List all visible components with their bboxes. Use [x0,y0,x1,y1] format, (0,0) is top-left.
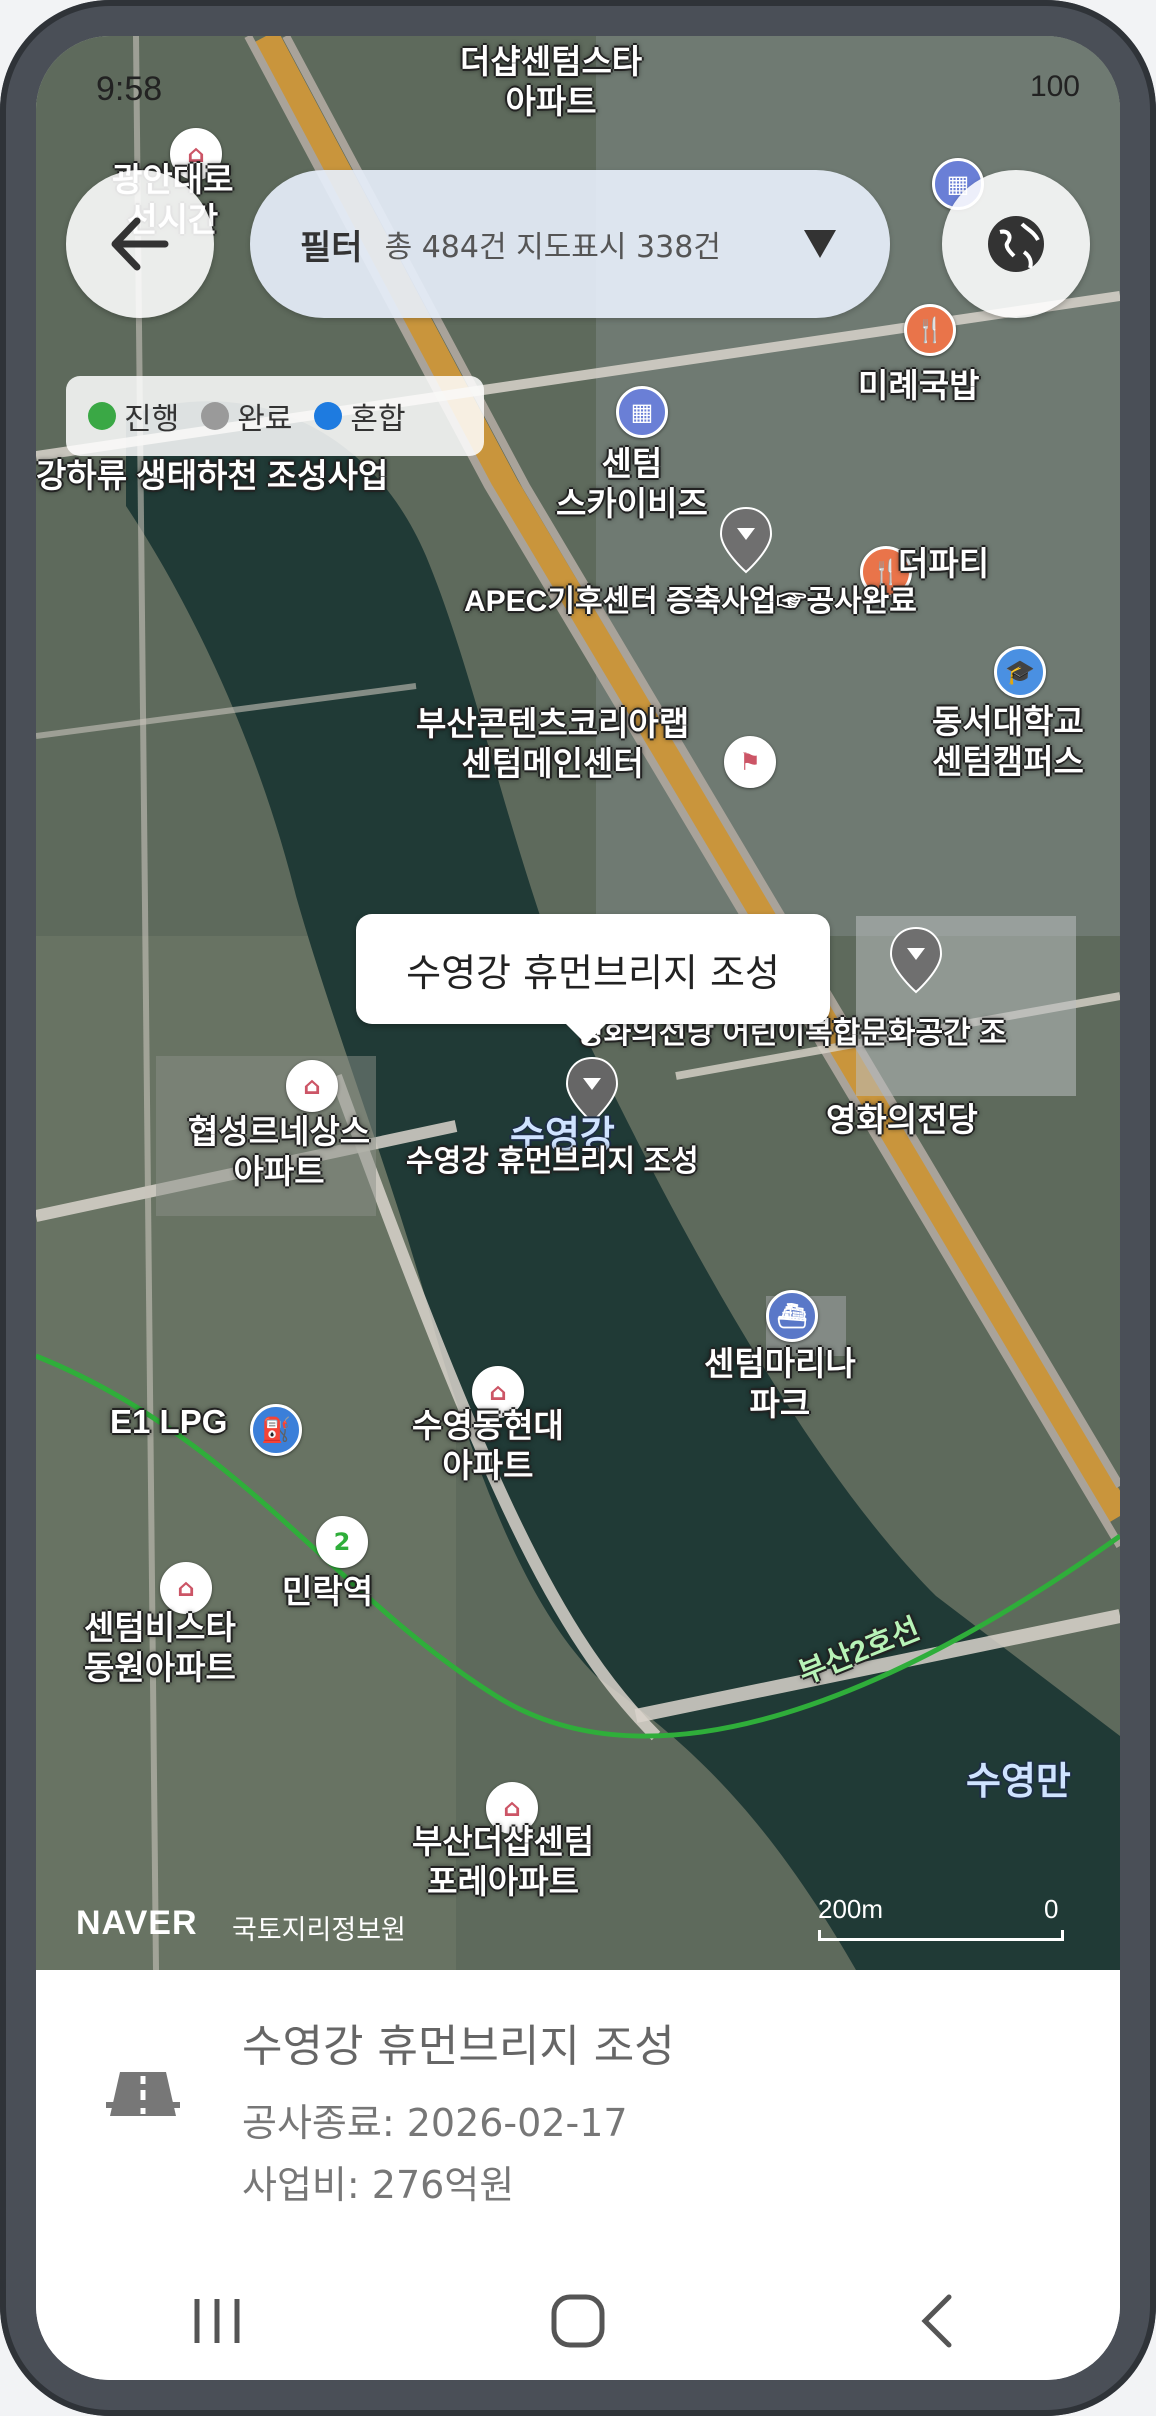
scale-left: 200m [818,1894,884,1924]
road-icon [106,2072,180,2116]
map-label: 영화의전당 [826,1101,978,1138]
scale-bar: 200m 0 [778,1894,1078,1944]
filter-stats: 총 484건 지도표시 338건 [384,230,721,265]
project-callout[interactable]: 수영강 휴먼브리지 조성 [356,914,830,1044]
blue-dot-icon [314,402,343,430]
map-label: 센텀비스타 동원아파트 [84,1609,236,1686]
map-label: 부산더샵센텀 포레아파트 [412,1823,595,1900]
arrow-left-icon [111,217,169,271]
green-dot-icon [88,402,116,430]
map-label: 강하류 생태하천 조성사업 [36,457,389,494]
chevron-left-icon [921,2294,952,2348]
map-label: 미례국밥 [858,367,980,404]
phone-frame: ▦ 🍴 🍴 🎓 ⚑ ⌂ ⛴ ⛽ ⌂ 2 ⌂ ⌂ ⌂ ▦ 더샵센텀스타 아파트 강… [0,0,1156,2416]
map-view[interactable]: ▦ 🍴 🍴 🎓 ⚑ ⌂ ⛴ ⛽ ⌂ 2 ⌂ ⌂ ⌂ ▦ 더샵센텀스타 아파트 강… [36,36,1120,1970]
project-budget: 사업비: 276억원 [242,2163,515,2207]
filter-bar[interactable]: 필터 총 484건 지도표시 338건 [250,170,890,318]
map-source: 국토지리정보원 [232,1915,406,1946]
legend-item-progress[interactable]: 진행 [88,394,179,438]
subway-station-icon[interactable]: 2 [316,1516,368,1568]
filter-title: 필터 [300,227,363,268]
home-button[interactable] [518,2281,638,2361]
ferry-icon[interactable]: ⛴ [766,1290,818,1342]
gray-dot-icon [201,402,230,430]
recent-apps-button[interactable] [157,2281,277,2361]
back-nav-button[interactable] [879,2281,999,2361]
project-pin-icon[interactable] [888,926,944,996]
recent-apps-icon [194,2299,240,2343]
apartment-icon[interactable]: ⌂ [160,1562,212,1614]
map-label: 민락역 [282,1573,374,1610]
project-title: 수영강 휴먼브리지 조성 [242,2021,675,2072]
screen: ▦ 🍴 🍴 🎓 ⚑ ⌂ ⛴ ⛽ ⌂ 2 ⌂ ⌂ ⌂ ▦ 더샵센텀스타 아파트 강… [36,36,1120,2380]
legend-item-complete[interactable]: 완료 [201,394,292,438]
globe-icon [988,216,1044,272]
flag-icon[interactable]: ⚑ [724,736,776,788]
scale-line [818,1930,1064,1941]
map-label: APEC기후센터 증축사업☞공사완료 [464,585,917,618]
university-icon[interactable]: 🎓 [994,646,1046,698]
map-label: 협성르네상스 아파트 [188,1113,371,1190]
project-pin-icon[interactable] [718,506,774,576]
scale-right: 0 [1044,1894,1059,1924]
map-type-button[interactable] [942,170,1090,318]
map-label: 센텀 스카이비즈 [556,445,708,522]
restaurant-icon[interactable]: 🍴 [904,304,956,356]
legend-item-mixed[interactable]: 혼합 [314,394,406,438]
system-nav-bar [36,2262,1120,2380]
apartment-icon[interactable]: ⌂ [286,1060,338,1112]
caret-down-icon[interactable] [800,224,840,264]
map-label: 수영동현대 아파트 [412,1407,564,1484]
status-bar: 9:58 100 [96,70,1080,110]
gas-station-icon[interactable]: ⛽ [250,1404,302,1456]
map-label: 수영강 휴먼브리지 조성 [406,1145,699,1178]
legend-label: 혼합 [350,402,406,437]
map-label: E1 LPG [110,1403,228,1440]
battery-level: 100 [1029,70,1080,103]
legend-label: 진행 [124,402,180,437]
map-label: 동서대학교 센텀캠퍼스 [932,703,1084,780]
project-end-date: 공사종료: 2026-02-17 [242,2101,628,2145]
bay-label: 수영만 [966,1761,1071,1803]
naver-logo: NAVER [76,1904,198,1942]
home-icon [551,2294,605,2348]
station-number: 2 [333,1528,351,1556]
building-icon[interactable]: ▦ [616,386,668,438]
status-time: 9:58 [96,70,163,108]
map-label: 부산콘텐츠코리아랩 센텀메인센터 [416,705,690,782]
back-button[interactable] [66,170,214,318]
map-label: 더파티 [898,545,990,582]
legend-label: 완료 [237,402,293,437]
status-legend: 진행 완료 혼합 [66,376,484,456]
map-label: 센텀마리나 파크 [704,1345,856,1422]
